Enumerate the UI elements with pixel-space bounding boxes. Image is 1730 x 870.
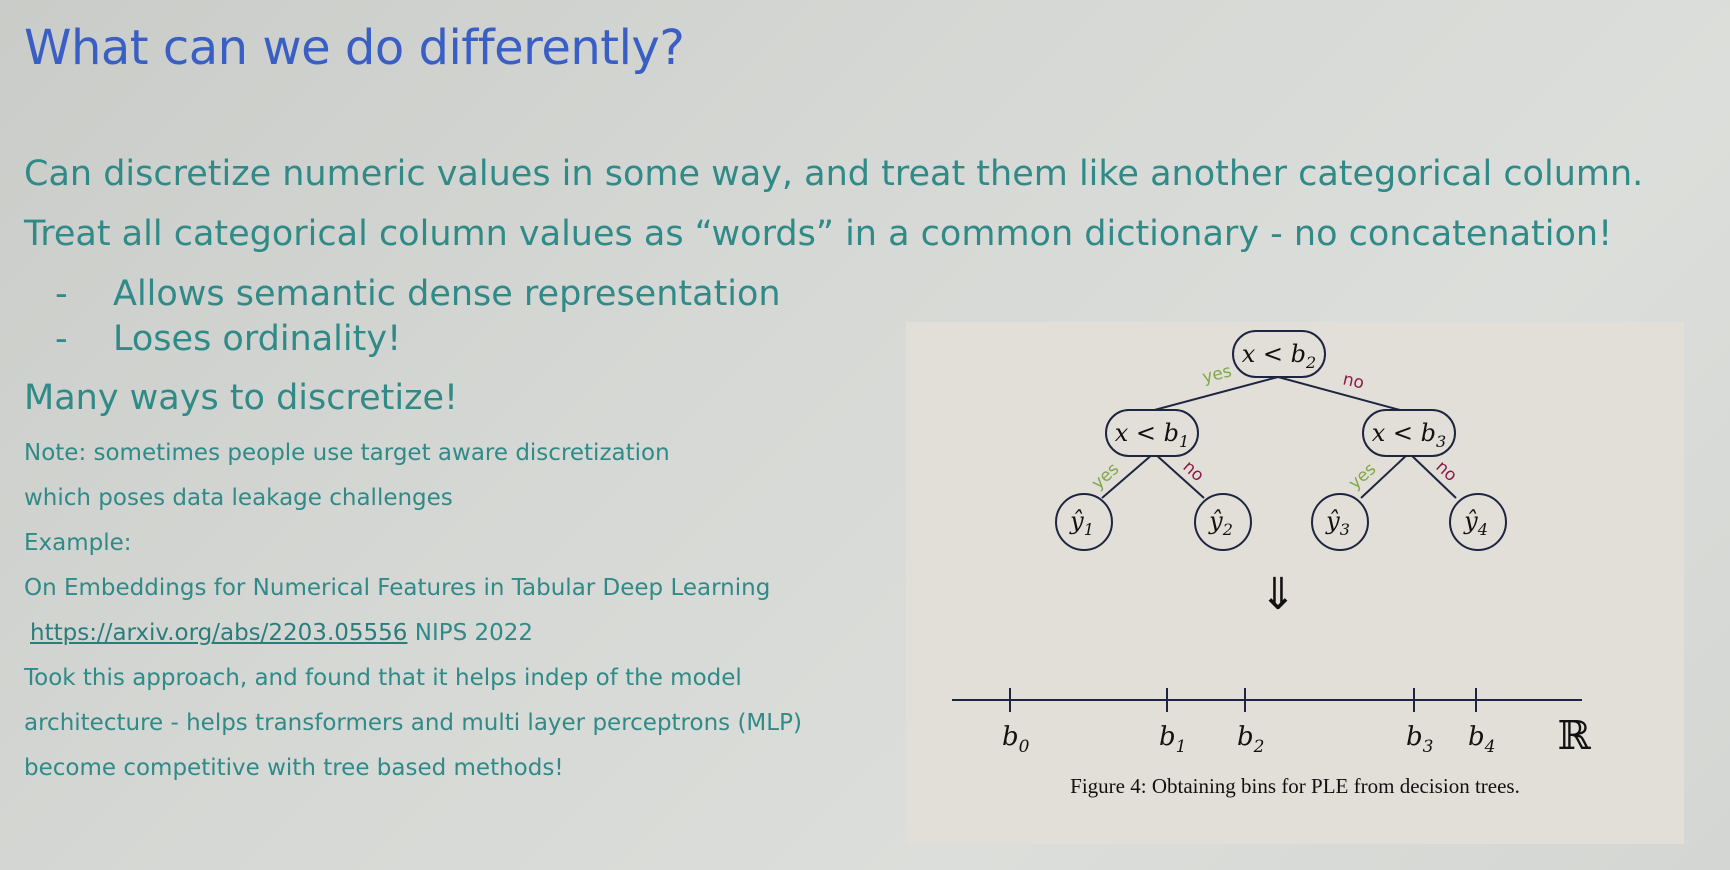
figure-svg: x < b2 x < b1 x < b3 ŷ1 ŷ2 ŷ3 ŷ4 b0 b1 b… — [952, 330, 1591, 759]
example-label: Example: — [24, 530, 132, 556]
paper-venue: NIPS 2022 — [407, 620, 534, 646]
result-line-1: Took this approach, and found that it he… — [24, 665, 742, 691]
bullet-dash: - — [55, 274, 68, 314]
note-line-2: which poses data leakage challenges — [24, 485, 453, 511]
bullet-ordinality: Loses ordinality! — [113, 319, 402, 359]
note-line-1: Note: sometimes people use target aware … — [24, 440, 670, 466]
slide: What can we do differently? Can discreti… — [0, 0, 1730, 870]
edge-label-yes-root: yes — [1200, 361, 1233, 388]
node-root-label: x < b2 — [1242, 340, 1316, 372]
edge-label-no-root: no — [1341, 369, 1366, 393]
figure-caption: Figure 4: Obtaining bins for PLE from de… — [1070, 774, 1520, 798]
result-line-2: architecture - helps transformers and mu… — [24, 710, 802, 736]
bullet-dash: - — [55, 319, 68, 359]
paper-link-line: https://arxiv.org/abs/2203.05556 NIPS 20… — [30, 620, 533, 646]
node-left-label: x < b1 — [1115, 419, 1189, 451]
result-line-3: become competitive with tree based metho… — [24, 755, 564, 781]
edge-label-no-right: no — [1432, 457, 1461, 486]
text-line-words: Treat all categorical column values as “… — [24, 214, 1613, 254]
edge-label-no-left: no — [1179, 457, 1208, 486]
decision-tree-figure: x < b2 x < b1 x < b3 ŷ1 ŷ2 ŷ3 ŷ4 b0 b1 b… — [906, 322, 1684, 844]
edge-label-yes-left: yes — [1088, 459, 1123, 494]
paper-link[interactable]: https://arxiv.org/abs/2203.05556 — [30, 620, 407, 646]
tick-label-b0: b0 — [1002, 722, 1030, 757]
tick-label-b1: b1 — [1159, 722, 1186, 757]
tick-label-b4: b4 — [1468, 722, 1495, 757]
slide-title: What can we do differently? — [24, 20, 685, 76]
tick-label-b2: b2 — [1237, 722, 1264, 757]
tick-label-b3: b3 — [1406, 722, 1433, 757]
bullet-semantic: Allows semantic dense representation — [113, 274, 781, 314]
text-line-many-ways: Many ways to discretize! — [24, 378, 459, 418]
text-line-discretize: Can discretize numeric values in some wa… — [24, 154, 1644, 194]
reals-symbol: ℝ — [1557, 713, 1591, 759]
edge-label-yes-right: yes — [1345, 459, 1380, 494]
node-right-label: x < b3 — [1372, 419, 1446, 451]
paper-title: On Embeddings for Numerical Features in … — [24, 575, 771, 601]
down-arrow-icon: ⇓ — [1260, 569, 1297, 620]
